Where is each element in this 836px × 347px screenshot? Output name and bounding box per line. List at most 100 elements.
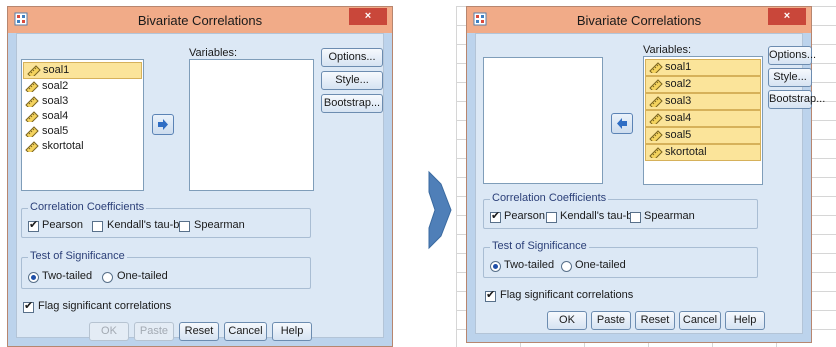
style-button[interactable]: Style... [321, 71, 383, 90]
title-bar: Bivariate Correlations × [467, 7, 811, 33]
one-tailed-radio[interactable] [102, 272, 113, 283]
variable-name: soal4 [665, 112, 692, 124]
dialog-client-area: soal1 soal2 soal3 soal4 soal5 skortotal Varia… [16, 33, 384, 341]
spearman-checkbox[interactable] [630, 212, 641, 223]
bivariate-correlations-dialog-after: Bivariate Correlations × Variables: soal… [466, 6, 825, 343]
ruler-scale-icon [25, 126, 39, 137]
move-to-variables-button[interactable] [152, 114, 174, 135]
ruler-scale-icon [649, 96, 663, 107]
bivariate-correlations-dialog-before: Bivariate Correlations × soal1 soal2 soal3… [7, 6, 393, 347]
ok-button[interactable]: OK [89, 322, 129, 341]
move-to-source-button[interactable] [611, 113, 633, 134]
reset-button[interactable]: Reset [635, 311, 675, 330]
test-of-significance-group: Test of Significance Two-tailed One-tail… [483, 240, 758, 278]
list-item[interactable]: soal1 [645, 59, 761, 76]
radio-selected-dot [493, 264, 498, 269]
correlation-coefficients-group: Correlation Coefficients ✔ Pearson Kenda… [21, 201, 311, 238]
kendall-checkbox[interactable] [92, 221, 103, 232]
dialog-client-area: Variables: soal1 soal2 soal3 soal4 soal5 skor… [475, 33, 825, 334]
variable-name: soal1 [43, 64, 70, 76]
correlation-coefficients-title: Correlation Coefficients [490, 192, 609, 204]
checkmark-icon: ✔ [29, 219, 39, 231]
variables-target-list[interactable] [189, 59, 314, 191]
variables-label: Variables: [643, 44, 692, 56]
variables-target-list[interactable]: soal1 soal2 soal3 soal4 soal5 skortotal [643, 56, 763, 185]
list-item[interactable]: soal4 [645, 110, 761, 127]
list-item[interactable]: soal3 [645, 93, 761, 110]
variable-name: soal1 [665, 61, 692, 73]
spearman-label: Spearman [194, 219, 245, 231]
close-button[interactable]: × [768, 8, 806, 25]
ruler-scale-icon [649, 130, 663, 141]
flag-significant-label: Flag significant correlations [500, 289, 634, 301]
close-button[interactable]: × [349, 8, 387, 25]
variable-name: soal2 [42, 80, 69, 92]
correlation-coefficients-title: Correlation Coefficients [28, 201, 147, 213]
list-item[interactable]: soal2 [22, 79, 143, 94]
test-of-significance-group: Test of Significance Two-tailed One-tail… [21, 250, 311, 289]
ruler-scale-icon [649, 79, 663, 90]
help-button[interactable]: Help [725, 311, 765, 330]
help-button[interactable]: Help [272, 322, 312, 341]
flag-significant-label: Flag significant correlations [38, 300, 172, 312]
dialog-title: Bivariate Correlations [576, 13, 702, 28]
test-of-significance-title: Test of Significance [28, 250, 127, 262]
title-bar: Bivariate Correlations × [8, 7, 392, 33]
ok-button[interactable]: OK [547, 311, 587, 330]
one-tailed-label: One-tailed [575, 259, 626, 271]
one-tailed-radio[interactable] [561, 261, 572, 272]
dialog-title: Bivariate Correlations [137, 13, 263, 28]
ruler-scale-icon [649, 147, 663, 158]
arrow-right-icon [158, 119, 168, 130]
source-variable-list[interactable] [483, 57, 603, 184]
variable-name: skortotal [42, 140, 84, 152]
cancel-button[interactable]: Cancel [224, 322, 267, 341]
two-tailed-radio[interactable] [28, 272, 39, 283]
variable-name: soal2 [665, 78, 692, 90]
flag-significant-checkbox[interactable]: ✔ [485, 289, 496, 302]
ruler-scale-icon [25, 111, 39, 122]
ruler-scale-icon [649, 62, 663, 73]
list-item[interactable]: skortotal [22, 139, 143, 154]
test-of-significance-title: Test of Significance [490, 240, 589, 252]
list-item[interactable]: soal5 [645, 127, 761, 144]
two-tailed-label: Two-tailed [504, 259, 555, 271]
ruler-scale-icon [25, 141, 39, 152]
variable-name: soal5 [42, 125, 69, 137]
style-button[interactable]: Style... [768, 68, 812, 87]
ruler-scale-icon [25, 96, 39, 107]
ruler-scale-icon [25, 81, 39, 92]
ruler-scale-icon [649, 113, 663, 124]
flag-significant-checkbox[interactable]: ✔ [23, 300, 34, 313]
pearson-checkbox[interactable]: ✔ [490, 210, 501, 223]
variable-name: soal4 [42, 110, 69, 122]
list-item[interactable]: soal3 [22, 94, 143, 109]
options-button[interactable]: Options... [321, 48, 383, 67]
paste-button[interactable]: Paste [591, 311, 631, 330]
list-item[interactable]: soal5 [22, 124, 143, 139]
list-item[interactable]: soal4 [22, 109, 143, 124]
variable-name: soal3 [665, 95, 692, 107]
arrow-left-icon [617, 118, 627, 129]
two-tailed-radio[interactable] [490, 261, 501, 272]
paste-button[interactable]: Paste [134, 322, 174, 341]
bootstrap-button[interactable]: Bootstrap... [321, 94, 383, 113]
bootstrap-button[interactable]: Bootstrap... [768, 90, 825, 109]
reset-button[interactable]: Reset [179, 322, 219, 341]
kendall-label: Kendall's tau-b [560, 210, 633, 222]
variable-name: skortotal [665, 146, 707, 158]
source-variable-list[interactable]: soal1 soal2 soal3 soal4 soal5 skortotal [21, 59, 144, 191]
one-tailed-label: One-tailed [117, 270, 168, 282]
two-tailed-label: Two-tailed [42, 270, 93, 282]
list-item[interactable]: skortotal [645, 144, 761, 161]
spearman-label: Spearman [644, 210, 695, 222]
options-button[interactable]: Options... [768, 46, 816, 65]
variable-name: soal5 [665, 129, 692, 141]
correlation-coefficients-group: Correlation Coefficients ✔ Pearson Kenda… [483, 192, 758, 229]
list-item[interactable]: soal1 [23, 62, 142, 79]
cancel-button[interactable]: Cancel [679, 311, 721, 330]
list-item[interactable]: soal2 [645, 76, 761, 93]
spearman-checkbox[interactable] [179, 221, 190, 232]
kendall-checkbox[interactable] [546, 212, 557, 223]
pearson-checkbox[interactable]: ✔ [28, 219, 39, 232]
